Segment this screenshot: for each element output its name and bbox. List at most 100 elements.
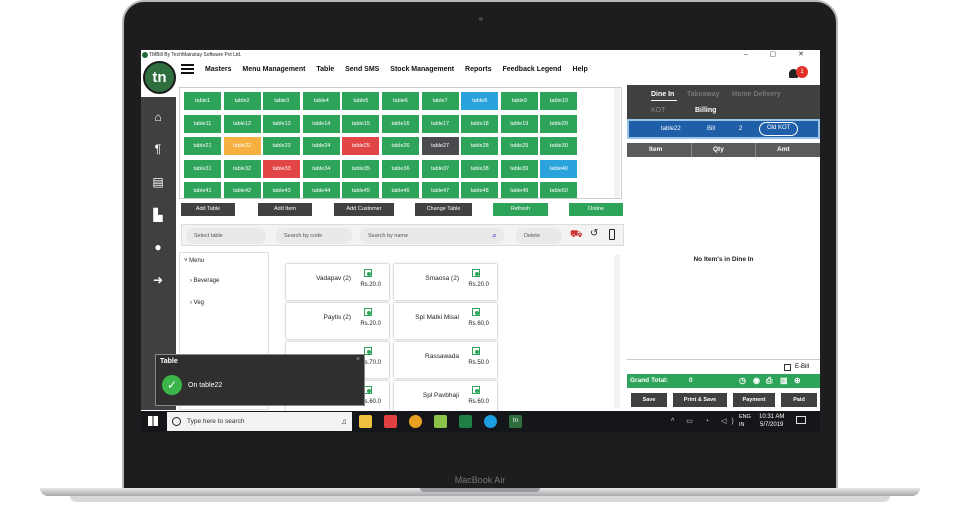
print-icon[interactable]: ⎙: [766, 374, 772, 388]
table-tile[interactable]: table16: [382, 114, 419, 133]
toast-close-icon[interactable]: ×: [356, 356, 360, 363]
table-tile[interactable]: table8: [461, 92, 499, 110]
table-tile[interactable]: table18: [461, 114, 499, 133]
taskbar-search-input[interactable]: Type here to search ♫: [167, 412, 352, 431]
table-tile[interactable]: table25: [342, 137, 380, 155]
table-tile[interactable]: table9: [500, 92, 538, 110]
table-tile[interactable]: table7: [421, 92, 459, 110]
table-tile[interactable]: table46: [382, 182, 419, 198]
table-tile[interactable]: table4: [302, 92, 340, 110]
mobile-icon[interactable]: [609, 229, 615, 240]
home-icon[interactable]: ⌂: [151, 110, 165, 124]
table-tile[interactable]: table33: [263, 159, 301, 178]
table-tile[interactable]: table14: [302, 114, 340, 133]
add-table-button[interactable]: Add Table: [181, 203, 235, 216]
bill-icon[interactable]: ▥: [780, 374, 788, 388]
chrome-icon[interactable]: [409, 415, 422, 428]
eye-icon[interactable]: ◉: [753, 374, 760, 388]
action-center-icon[interactable]: [796, 416, 806, 424]
table-tile[interactable]: table5: [342, 92, 380, 110]
table-tile[interactable]: table44: [302, 182, 340, 198]
table-tile[interactable]: table24: [302, 137, 340, 155]
clock[interactable]: 10:31 AM 5/7/2019: [759, 413, 784, 429]
microphone-icon[interactable]: ♫: [341, 412, 347, 431]
change-table-button[interactable]: Change Table: [415, 203, 472, 216]
table-tile[interactable]: table42: [223, 182, 261, 198]
menu-table[interactable]: Table: [316, 66, 334, 73]
document-icon[interactable]: ▤: [151, 175, 165, 189]
table-grid-scrollbar[interactable]: [614, 88, 620, 198]
menu-item-card[interactable]: Spl Matki Misal Rs.60.0: [394, 303, 497, 339]
hamburger-icon[interactable]: [181, 64, 194, 74]
table-tile[interactable]: table23: [263, 137, 301, 155]
user-icon[interactable]: ●: [151, 240, 165, 254]
old-kot-button[interactable]: Old KOT: [759, 122, 799, 136]
subtab-billing[interactable]: Billing: [695, 107, 716, 114]
search-by-code-input[interactable]: Search by code: [276, 228, 352, 244]
tab-home-delivery[interactable]: Home Delivery: [732, 91, 781, 98]
menu-item-card[interactable]: Paytis (2) Rs.20.0: [286, 303, 389, 339]
table-tile[interactable]: table45: [342, 182, 380, 198]
table-tile[interactable]: table26: [382, 137, 419, 155]
table-tile[interactable]: table20: [540, 114, 578, 133]
table-tile[interactable]: table36: [382, 159, 419, 178]
subtab-kot[interactable]: KOT: [651, 107, 665, 114]
notification-bell-icon[interactable]: 1: [789, 65, 808, 81]
menu-item-card[interactable]: Vadapav (2) Rs.20.0: [286, 264, 389, 300]
ebill-checkbox[interactable]: [784, 364, 791, 371]
menu-help[interactable]: Help: [573, 66, 588, 73]
menu-masters[interactable]: Masters: [205, 66, 231, 73]
language-indicator[interactable]: ENG IN: [739, 413, 751, 429]
save-button[interactable]: Save: [631, 393, 667, 407]
add-customer-button[interactable]: Add Customer: [334, 203, 394, 216]
table-tile[interactable]: table11: [184, 114, 221, 133]
table-tile[interactable]: table1: [184, 92, 221, 110]
print-save-button[interactable]: Print & Save: [673, 393, 727, 407]
table-tile[interactable]: table29: [500, 137, 538, 155]
menu-stock-management[interactable]: Stock Management: [390, 66, 454, 73]
cart-icon[interactable]: ▙: [151, 208, 165, 222]
menu-tree-root[interactable]: Menu: [189, 258, 204, 264]
delete-button[interactable]: Delete: [516, 228, 562, 244]
menu-feedback-legend[interactable]: Feedback Legend: [502, 66, 561, 73]
restaurant-icon[interactable]: ¶: [151, 142, 165, 156]
table-tile[interactable]: table32: [223, 159, 261, 178]
add-item-button[interactable]: Add Item: [258, 203, 312, 216]
table-tile[interactable]: table13: [263, 114, 301, 133]
table-tile[interactable]: table22: [223, 137, 261, 155]
menu-item-card[interactable]: Smaosa (2) Rs.20.0: [394, 264, 497, 300]
table-tile[interactable]: table34: [302, 159, 340, 178]
menu-reports[interactable]: Reports: [465, 66, 491, 73]
menu-item-card[interactable]: Rassawada Rs.50.0: [394, 342, 497, 378]
tab-dine-in[interactable]: Dine In: [651, 91, 674, 98]
online-button[interactable]: Online: [569, 203, 623, 216]
table-tile[interactable]: table19: [500, 114, 538, 133]
excel-icon[interactable]: [459, 415, 472, 428]
table-tile[interactable]: table3: [263, 92, 301, 110]
items-scrollbar[interactable]: [614, 255, 620, 408]
skype-icon[interactable]: [484, 415, 497, 428]
refresh-button[interactable]: Refresh: [493, 203, 548, 216]
table-tile[interactable]: table21: [184, 137, 221, 155]
delivery-truck-icon[interactable]: ⛟: [570, 229, 583, 242]
table-tile[interactable]: table38: [461, 159, 499, 178]
table-tile[interactable]: table49: [500, 182, 538, 198]
table-tile[interactable]: table48: [461, 182, 499, 198]
table-tile[interactable]: table28: [461, 137, 499, 155]
notepad-icon[interactable]: [434, 415, 447, 428]
table-tile[interactable]: table12: [223, 114, 261, 133]
table-tile[interactable]: table40: [540, 159, 578, 178]
window-controls[interactable]: – ▢ ✕: [744, 50, 814, 60]
search-by-name-input[interactable]: Search by name: [360, 228, 504, 244]
table-tile[interactable]: table43: [263, 182, 301, 198]
add-icon[interactable]: ⊕: [794, 374, 801, 388]
file-explorer-icon[interactable]: [359, 415, 372, 428]
windows-start-icon[interactable]: [148, 416, 158, 426]
table-tile[interactable]: table17: [421, 114, 459, 133]
table-tile[interactable]: table37: [421, 159, 459, 178]
menu-tree-beverage[interactable]: Beverage: [194, 278, 220, 284]
table-tile[interactable]: table31: [184, 159, 221, 178]
tmbill-taskbar-icon[interactable]: tn: [509, 415, 522, 428]
table-tile[interactable]: table27: [421, 137, 459, 155]
media-app-icon[interactable]: [384, 415, 397, 428]
